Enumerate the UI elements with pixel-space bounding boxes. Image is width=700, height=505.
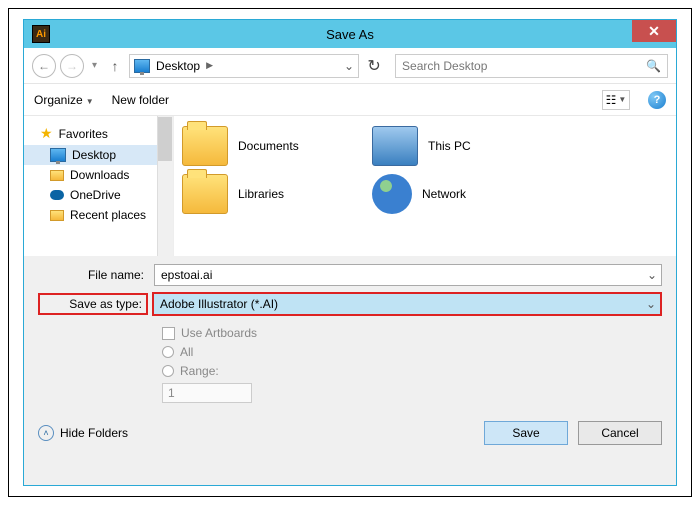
sidebar: ★ Favorites Desktop Downloads OneDrive R…	[24, 116, 174, 256]
folder-libraries[interactable]: Libraries	[182, 174, 352, 214]
up-button[interactable]: ↑	[105, 58, 125, 74]
folder-documents[interactable]: Documents	[182, 126, 352, 166]
sidebar-item-desktop[interactable]: Desktop	[24, 145, 173, 165]
sidebar-item-downloads[interactable]: Downloads	[24, 165, 173, 185]
forward-button[interactable]: →	[60, 54, 84, 78]
sidebar-item-onedrive[interactable]: OneDrive	[24, 185, 173, 205]
folder-icon	[182, 126, 228, 166]
folder-icon	[182, 174, 228, 214]
hide-folders-button[interactable]: ˄ Hide Folders	[38, 425, 128, 441]
sidebar-favorites-header[interactable]: ★ Favorites	[24, 122, 173, 145]
breadcrumb-location: Desktop	[156, 59, 200, 73]
folder-icon	[50, 210, 64, 221]
chevron-up-icon: ˄	[38, 425, 54, 441]
radio-icon	[162, 365, 174, 377]
toolbar: Organize▼ New folder ☷▼ ?	[24, 84, 676, 116]
window-title: Save As	[24, 27, 676, 42]
nav-bar: ← → ▾ ↑ Desktop ▶ ⌄ ↻ Search Desktop 🔍	[24, 48, 676, 84]
view-options-button[interactable]: ☷▼	[602, 90, 630, 110]
sidebar-scrollbar[interactable]	[157, 116, 173, 256]
organize-button[interactable]: Organize▼	[34, 93, 94, 107]
help-button[interactable]: ?	[648, 91, 666, 109]
desktop-icon	[50, 148, 66, 162]
use-artboards-checkbox[interactable]: Use Artboards	[162, 326, 662, 340]
breadcrumb-dropdown-icon[interactable]: ⌄	[344, 59, 354, 73]
range-input: 1	[162, 383, 252, 403]
chevron-down-icon[interactable]: ⌄	[647, 268, 657, 282]
nav-separator: ▾	[92, 60, 97, 71]
radio-icon	[162, 346, 174, 358]
save-button[interactable]: Save	[484, 421, 568, 445]
search-input[interactable]: Search Desktop 🔍	[395, 54, 668, 78]
refresh-button[interactable]: ↻	[363, 56, 385, 76]
filename-input[interactable]: epstoai.ai ⌄	[154, 264, 662, 286]
savetype-dropdown[interactable]: Adobe Illustrator (*.AI) ⌄	[152, 292, 662, 316]
search-icon: 🔍	[646, 59, 661, 73]
folder-icon	[50, 170, 64, 181]
chevron-down-icon[interactable]: ⌄	[646, 297, 656, 311]
title-bar: Ai Save As ✕	[24, 20, 676, 48]
breadcrumb[interactable]: Desktop ▶ ⌄	[129, 54, 359, 78]
chevron-right-icon: ▶	[206, 60, 213, 71]
savetype-label: Save as type:	[38, 293, 148, 315]
pc-icon	[372, 126, 418, 166]
close-button[interactable]: ✕	[632, 20, 676, 42]
filename-label: File name:	[38, 268, 148, 282]
sidebar-item-recent[interactable]: Recent places	[24, 205, 173, 225]
checkbox-icon	[162, 327, 175, 340]
item-this-pc[interactable]: This PC	[372, 126, 542, 166]
globe-icon	[372, 174, 412, 214]
star-icon: ★	[40, 125, 53, 142]
new-folder-button[interactable]: New folder	[112, 93, 169, 107]
search-placeholder: Search Desktop	[402, 59, 487, 73]
file-pane[interactable]: Documents This PC Libraries Network	[174, 116, 676, 256]
all-radio: All	[162, 345, 662, 359]
item-network[interactable]: Network	[372, 174, 542, 214]
range-radio: Range:	[162, 364, 662, 378]
cloud-icon	[50, 190, 64, 200]
back-button[interactable]: ←	[32, 54, 56, 78]
desktop-icon	[134, 59, 150, 73]
cancel-button[interactable]: Cancel	[578, 421, 662, 445]
